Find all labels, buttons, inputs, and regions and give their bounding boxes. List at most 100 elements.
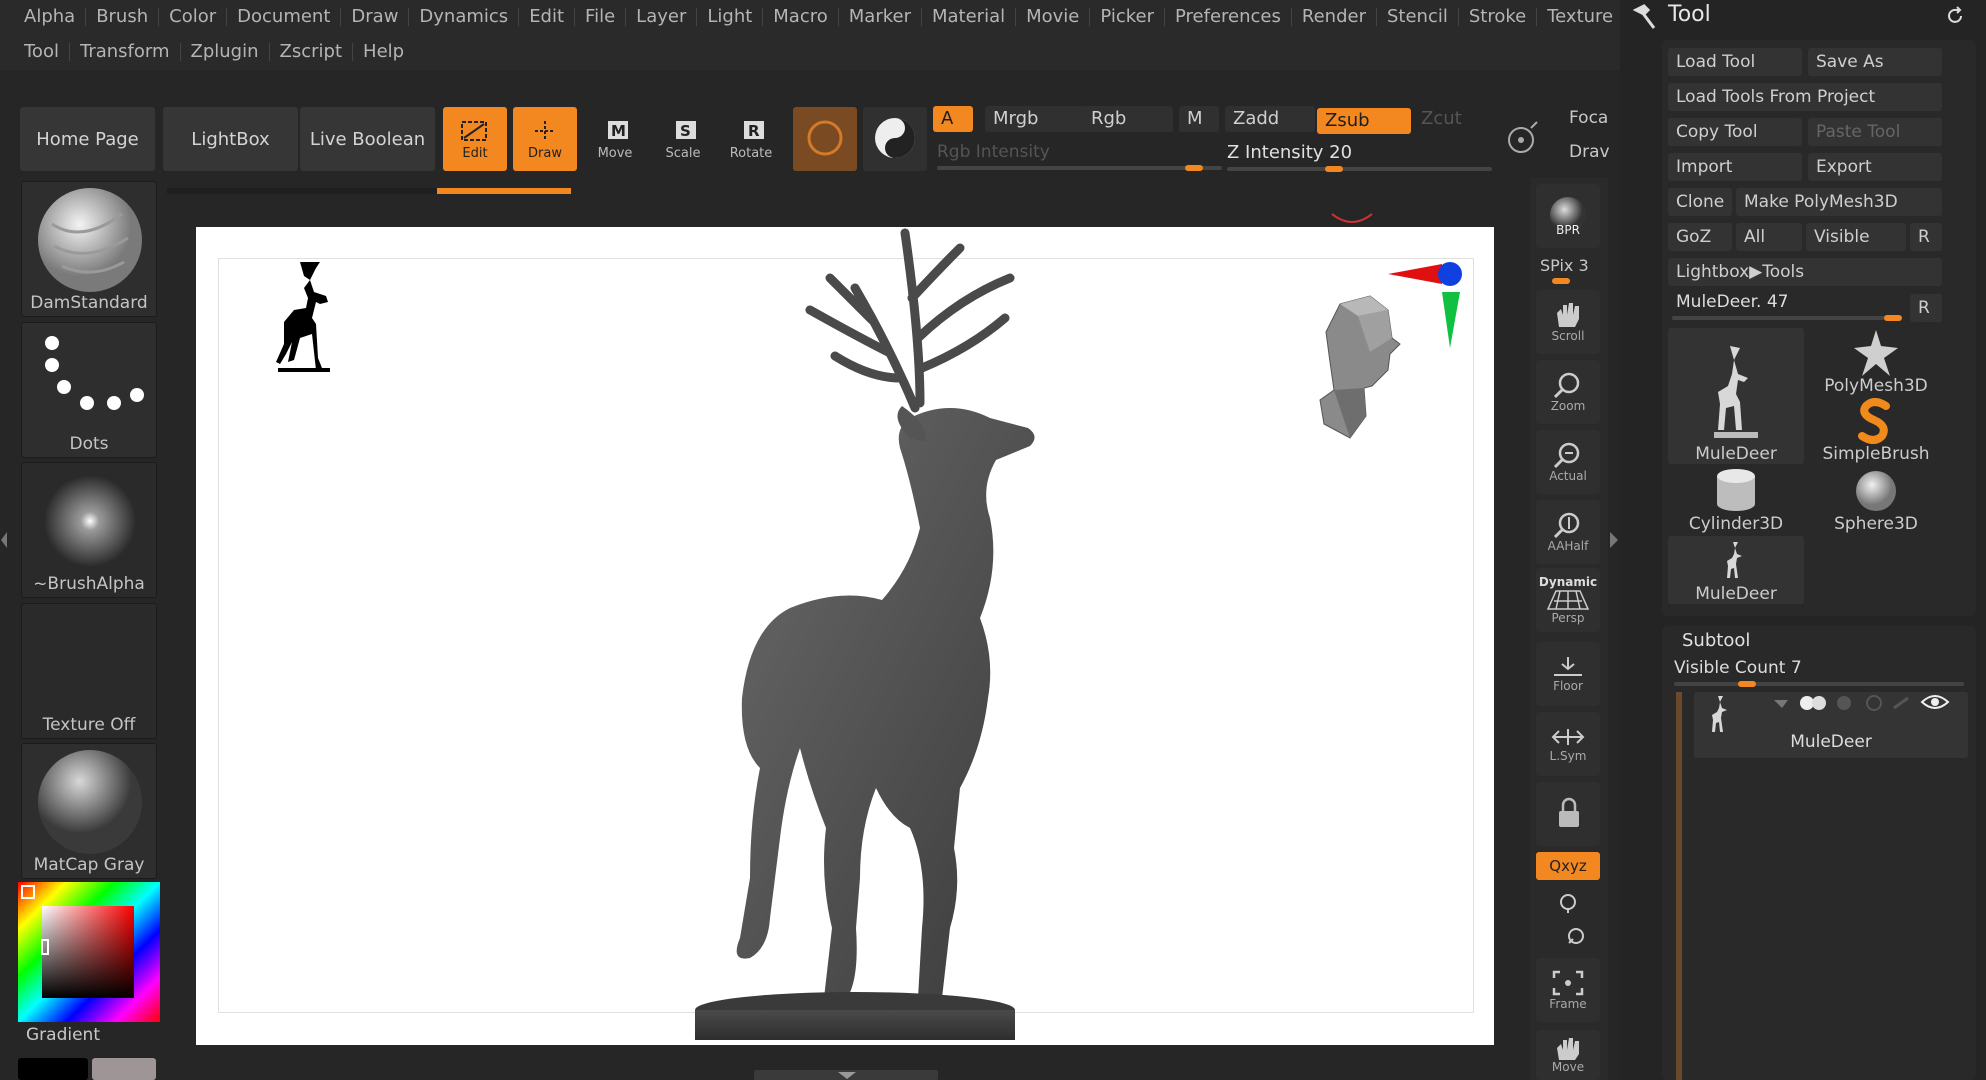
floor-button[interactable]: Floor [1536,642,1600,706]
rotate-z-icon[interactable] [1564,924,1588,948]
color-picker[interactable] [18,882,160,1022]
z-intensity-slider[interactable] [1227,167,1492,171]
menu-zplugin[interactable]: Zplugin [181,35,269,69]
menu-alpha[interactable]: Alpha [14,0,85,34]
texture-selector[interactable]: Texture Off [21,603,157,739]
rgb-intensity-knob[interactable] [1185,165,1203,171]
menu-movie[interactable]: Movie [1016,0,1089,34]
tool-thumb-muledeer[interactable]: MuleDeer [1668,328,1804,464]
rgb-intensity-slider[interactable] [937,166,1222,170]
draw-button[interactable]: Draw [513,107,577,171]
scroll-button[interactable]: Scroll [1536,290,1600,354]
scale-button[interactable]: S Scale [651,107,715,171]
bpr-button[interactable]: BPR [1536,184,1600,248]
rotate-y-icon[interactable] [1556,890,1580,914]
save-as-button[interactable]: Save As [1808,48,1942,76]
a-toggle[interactable]: A [933,106,973,132]
menu-dynamics[interactable]: Dynamics [409,0,518,34]
menu-document[interactable]: Document [227,0,340,34]
alpha-selector[interactable]: ~BrushAlpha [21,462,157,598]
persp-button[interactable]: Dynamic Persp [1536,568,1600,632]
live-boolean-button[interactable]: Live Boolean [300,107,435,171]
menu-picker[interactable]: Picker [1090,0,1164,34]
menu-preferences[interactable]: Preferences [1165,0,1291,34]
subtool-polypaint-icon[interactable] [1798,694,1828,712]
menu-draw[interactable]: Draw [341,0,408,34]
subtool-arrow-icon[interactable] [1772,696,1792,712]
menu-layer[interactable]: Layer [626,0,696,34]
secondary-color-swatch[interactable] [92,1058,156,1080]
subtool-brush-icon[interactable] [1890,694,1914,712]
menu-help[interactable]: Help [353,35,414,69]
subtool-scrollbar[interactable] [1676,692,1682,1080]
zadd-toggle[interactable]: Zadd [1225,106,1315,132]
focal-shift-button[interactable] [1495,107,1551,171]
left-tray-handle[interactable] [0,520,8,560]
load-tool-button[interactable]: Load Tool [1668,48,1802,76]
home-page-button[interactable]: Home Page [20,107,155,171]
brush-selector[interactable]: DamStandard [21,181,157,317]
visible-count-slider[interactable] [1674,682,1964,686]
subtool-item[interactable]: MuleDeer [1694,692,1968,758]
menu-render[interactable]: Render [1292,0,1376,34]
xyz-symmetry-toggle[interactable]: Qxyz [1536,852,1600,880]
copy-tool-button[interactable]: Copy Tool [1668,118,1802,146]
goz-all-button[interactable]: All [1736,223,1802,251]
actual-button[interactable]: Actual [1536,430,1600,494]
rotate-button[interactable]: R Rotate [719,107,783,171]
menu-zscript[interactable]: Zscript [270,35,353,69]
reset-icon[interactable] [1946,6,1966,26]
goz-button[interactable]: GoZ [1668,223,1732,251]
menu-macro[interactable]: Macro [763,0,837,34]
zsub-toggle[interactable]: Zsub [1317,108,1411,134]
muledeer-model[interactable] [610,228,1100,1043]
lightbox-tools-button[interactable]: Lightbox▶Tools [1668,258,1942,286]
edit-button[interactable]: Edit [443,107,507,171]
export-button[interactable]: Export [1808,153,1942,181]
spix-slider-knob[interactable] [1552,278,1570,284]
goz-visible-button[interactable]: Visible [1806,223,1906,251]
move-button[interactable]: M Move [583,107,647,171]
clone-button[interactable]: Clone [1668,188,1732,216]
right-tray-handle[interactable] [1608,520,1620,560]
axis-gizmo-icon[interactable] [1386,256,1466,352]
bottom-tray-handle[interactable] [754,1070,938,1080]
tool-thumb-cylinder3d[interactable]: Cylinder3D [1668,466,1804,534]
menu-file[interactable]: File [575,0,625,34]
tool-thumb-polymesh3d[interactable]: PolyMesh3D [1808,328,1944,396]
load-tools-from-project-button[interactable]: Load Tools From Project [1668,83,1942,111]
make-polymesh3d-button[interactable]: Make PolyMesh3D [1736,188,1942,216]
menu-light[interactable]: Light [697,0,762,34]
eye-visibility-icon[interactable] [1920,692,1950,712]
current-tool-r-button[interactable]: R [1910,294,1942,322]
menu-stencil[interactable]: Stencil [1377,0,1458,34]
menu-tool[interactable]: Tool [14,35,69,69]
zoom-button[interactable]: Zoom [1536,360,1600,424]
z-intensity-knob[interactable] [1325,166,1343,172]
subtool-boolean-icon[interactable] [1862,694,1886,712]
transp-button[interactable] [1536,782,1600,846]
material-preview-button[interactable] [793,107,857,171]
tool-thumb-muledeer-2[interactable]: MuleDeer [1668,536,1804,604]
current-tool-slider[interactable] [1672,316,1902,320]
visible-count-knob[interactable] [1738,681,1756,687]
subtool-dynamesh-icon[interactable] [1832,694,1856,712]
menu-stroke[interactable]: Stroke [1459,0,1536,34]
mrgb-toggle[interactable]: Mrgb [985,106,1085,132]
menu-edit[interactable]: Edit [519,0,574,34]
subtool-title[interactable]: Subtool [1682,630,1750,651]
menu-material[interactable]: Material [922,0,1015,34]
tool-thumb-simplebrush[interactable]: SimpleBrush [1808,396,1944,464]
stroke-selector[interactable]: Dots [21,322,157,458]
lightbox-button[interactable]: LightBox [163,107,298,171]
move-view-button[interactable]: Move [1536,1030,1600,1080]
frame-button[interactable]: Frame [1536,958,1600,1022]
menu-marker[interactable]: Marker [839,0,921,34]
menu-transform[interactable]: Transform [70,35,180,69]
aahalf-button[interactable]: AAHalf [1536,500,1600,564]
zcut-toggle[interactable]: Zcut [1413,106,1483,132]
material-selector[interactable]: MatCap Gray [21,743,157,879]
menu-brush[interactable]: Brush [86,0,158,34]
color-preview-button[interactable] [863,107,927,171]
m-toggle[interactable]: M [1179,106,1219,132]
